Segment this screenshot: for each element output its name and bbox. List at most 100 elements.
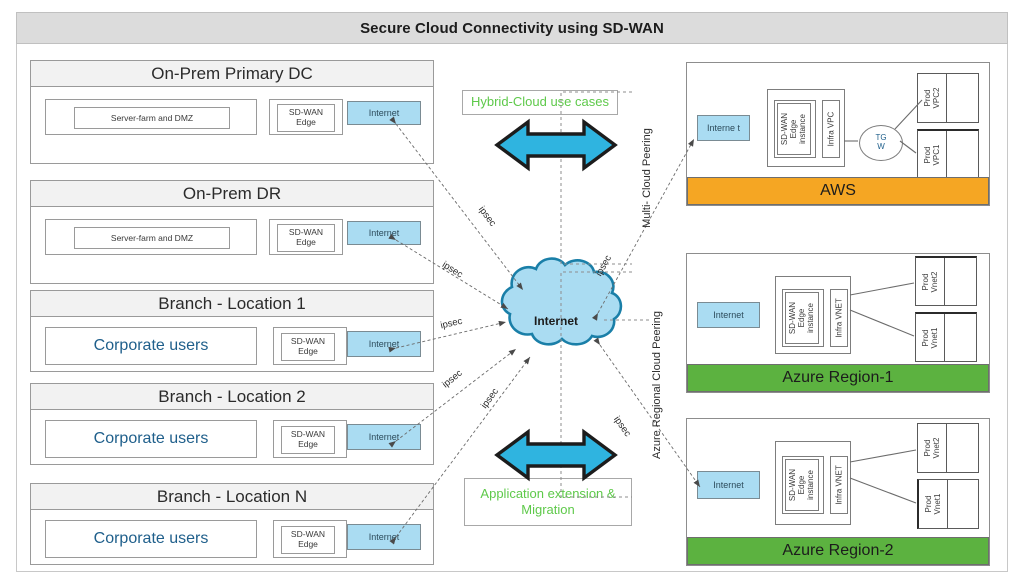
- prod-vnet2-divider: [944, 258, 945, 305]
- sd-wan-edge-label: SD-WAN Edge: [290, 529, 326, 549]
- sd-wan-edge-instance-label: SD-WAN Edge instance: [788, 468, 816, 502]
- site-header: On-Prem DR: [31, 181, 433, 207]
- callout-hybrid-cloud[interactable]: Hybrid-Cloud use cases: [462, 90, 618, 115]
- infra-vnet-box[interactable]: Infra VNET: [830, 456, 848, 514]
- sd-wan-edge-box[interactable]: SD-WAN Edge: [281, 333, 335, 361]
- sd-wan-edge-instance-inner[interactable]: SD-WAN Edge instance: [777, 103, 811, 155]
- prod-vpc1-label: Prod VPC1: [922, 144, 941, 165]
- cloud-panel-aws[interactable]: Interne t SD-WAN Edge instance Infra VPC T…: [686, 62, 990, 206]
- cloud-internet-label: Internet: [713, 310, 744, 320]
- callout-application-extension[interactable]: Application extension & Migration: [464, 478, 632, 526]
- prod-vnet1-label: Prod Vnet1: [923, 493, 942, 515]
- prod-vpc1-box[interactable]: Prod VPC1: [917, 129, 979, 179]
- server-farm-label: Server-farm and DMZ: [110, 233, 194, 243]
- cloud-internet-box[interactable]: Interne t: [697, 115, 750, 141]
- prod-vnet1-box[interactable]: Prod Vnet1: [915, 312, 977, 362]
- cloud-name-azure-2: Azure Region-2: [782, 542, 894, 559]
- site-header: Branch - Location N: [31, 484, 433, 510]
- cloud-name-azure-1: Azure Region-1: [782, 369, 894, 386]
- corporate-users-box[interactable]: Corporate users: [45, 420, 257, 458]
- diagram-canvas: Secure Cloud Connectivity using SD-WAN O…: [0, 0, 1024, 588]
- server-farm-label: Server-farm and DMZ: [110, 113, 194, 123]
- internet-box[interactable]: Internet: [347, 101, 421, 125]
- sd-wan-edge-outer[interactable]: SD-WAN Edge: [273, 420, 347, 458]
- site-header: Branch - Location 1: [31, 291, 433, 317]
- internet-label: Internet: [368, 432, 400, 442]
- prod-vpc2-box[interactable]: Prod VPC2: [917, 73, 979, 123]
- cloud-internet-label: Internet: [713, 480, 744, 490]
- internet-box[interactable]: Internet: [347, 331, 421, 357]
- site-header: Branch - Location 2: [31, 384, 433, 410]
- transit-gateway-node[interactable]: TG W: [859, 125, 903, 161]
- sd-wan-edge-box[interactable]: SD-WAN Edge: [281, 426, 335, 454]
- prod-vnet2-box[interactable]: Prod Vnet2: [915, 256, 977, 306]
- cloud-internet-box[interactable]: Internet: [697, 471, 760, 499]
- cloud-name-bar-azure-2: Azure Region-2: [687, 537, 989, 565]
- transit-gateway-label: TG W: [875, 133, 887, 151]
- prod-vnet2-divider: [946, 424, 947, 472]
- cloud-panel-azure-region-2[interactable]: Internet SD-WAN Edge instance Infra VNET P…: [686, 418, 990, 566]
- server-farm-box[interactable]: Server-farm and DMZ: [45, 219, 257, 255]
- sd-wan-edge-outer[interactable]: SD-WAN Edge: [273, 520, 347, 558]
- cloud-name-aws: AWS: [820, 182, 856, 199]
- corporate-users-label: Corporate users: [93, 337, 209, 354]
- site-title: Branch - Location 1: [158, 293, 306, 313]
- prod-vnet2-label: Prod Vnet2: [922, 437, 941, 459]
- sd-wan-edge-outer[interactable]: SD-WAN Edge: [269, 219, 343, 255]
- sd-wan-edge-instance-outer: SD-WAN Edge instance: [774, 100, 816, 158]
- prod-vnet2-box[interactable]: Prod Vnet2: [917, 423, 979, 473]
- sd-wan-edge-instance-outer: SD-WAN Edge instance: [782, 456, 824, 514]
- infra-vnet-container[interactable]: SD-WAN Edge instance Infra VNET: [775, 441, 851, 525]
- sd-wan-edge-label: SD-WAN Edge: [290, 336, 326, 356]
- server-farm-inner: Server-farm and DMZ: [74, 107, 230, 129]
- infra-vpc-container[interactable]: SD-WAN Edge instance Infra VPC: [767, 89, 845, 167]
- page-title: Secure Cloud Connectivity using SD-WAN: [360, 19, 664, 37]
- sd-wan-edge-instance-inner[interactable]: SD-WAN Edge instance: [785, 459, 819, 511]
- cloud-name-bar-azure-1: Azure Region-1: [687, 364, 989, 392]
- infra-vnet-box[interactable]: Infra VNET: [830, 289, 848, 347]
- site-panel-on-prem-primary-dc[interactable]: On-Prem Primary DC Server-farm and DMZ S…: [30, 60, 434, 164]
- prod-vnet1-divider: [947, 480, 948, 528]
- sd-wan-edge-box[interactable]: SD-WAN Edge: [277, 224, 335, 252]
- sd-wan-edge-outer[interactable]: SD-WAN Edge: [269, 99, 343, 135]
- sd-wan-edge-box[interactable]: SD-WAN Edge: [277, 104, 335, 132]
- prod-vpc2-divider: [946, 74, 947, 122]
- internet-box[interactable]: Internet: [347, 424, 421, 450]
- site-title: Branch - Location N: [156, 486, 308, 506]
- internet-box[interactable]: Internet: [347, 221, 421, 245]
- cloud-internet-box[interactable]: Internet: [697, 302, 760, 328]
- infra-vnet-label: Infra VNET: [834, 298, 844, 338]
- internet-box[interactable]: Internet: [347, 524, 421, 550]
- corporate-users-label: Corporate users: [93, 530, 209, 547]
- sd-wan-edge-box[interactable]: SD-WAN Edge: [281, 526, 335, 554]
- server-farm-box[interactable]: Server-farm and DMZ: [45, 99, 257, 135]
- infra-vpc-label: Infra VPC: [826, 111, 836, 147]
- sd-wan-edge-instance-outer: SD-WAN Edge instance: [782, 289, 824, 347]
- sd-wan-edge-label: SD-WAN Edge: [288, 107, 324, 127]
- site-panel-on-prem-dr[interactable]: On-Prem DR Server-farm and DMZ SD-WAN Edg…: [30, 180, 434, 284]
- site-panel-branch-location-2[interactable]: Branch - Location 2 Corporate users SD-W…: [30, 383, 434, 465]
- prod-vnet1-box[interactable]: Prod Vnet1: [917, 479, 979, 529]
- corporate-users-box[interactable]: Corporate users: [45, 327, 257, 365]
- site-panel-branch-location-1[interactable]: Branch - Location 1 Corporate users SD-W…: [30, 290, 434, 372]
- internet-label: Internet: [368, 228, 400, 238]
- internet-label: Internet: [368, 339, 400, 349]
- site-panel-branch-location-n[interactable]: Branch - Location N Corporate users SD-W…: [30, 483, 434, 565]
- site-title: On-Prem DR: [182, 183, 282, 203]
- site-body: Corporate users SD-WAN Edge Internet: [31, 317, 433, 371]
- callout-application-extension-label: Application extension & Migration: [480, 485, 616, 517]
- sd-wan-edge-instance-inner[interactable]: SD-WAN Edge instance: [785, 292, 819, 344]
- diagram-title-bar: Secure Cloud Connectivity using SD-WAN: [16, 12, 1008, 44]
- sd-wan-edge-label: SD-WAN Edge: [288, 227, 324, 247]
- sd-wan-edge-instance-label: SD-WAN Edge instance: [780, 112, 808, 146]
- internet-label: Internet: [368, 108, 400, 118]
- site-title: Branch - Location 2: [158, 386, 306, 406]
- infra-vpc-box[interactable]: Infra VPC: [822, 100, 840, 158]
- infra-vnet-container[interactable]: SD-WAN Edge instance Infra VNET: [775, 276, 851, 354]
- sd-wan-edge-outer[interactable]: SD-WAN Edge: [273, 327, 347, 365]
- prod-vnet2-label: Prod Vnet2: [920, 271, 939, 292]
- sd-wan-edge-label: SD-WAN Edge: [290, 429, 326, 449]
- cloud-name-bar-aws: AWS: [687, 177, 989, 205]
- corporate-users-box[interactable]: Corporate users: [45, 520, 257, 558]
- cloud-panel-azure-region-1[interactable]: Internet SD-WAN Edge instance Infra VNET P…: [686, 253, 990, 393]
